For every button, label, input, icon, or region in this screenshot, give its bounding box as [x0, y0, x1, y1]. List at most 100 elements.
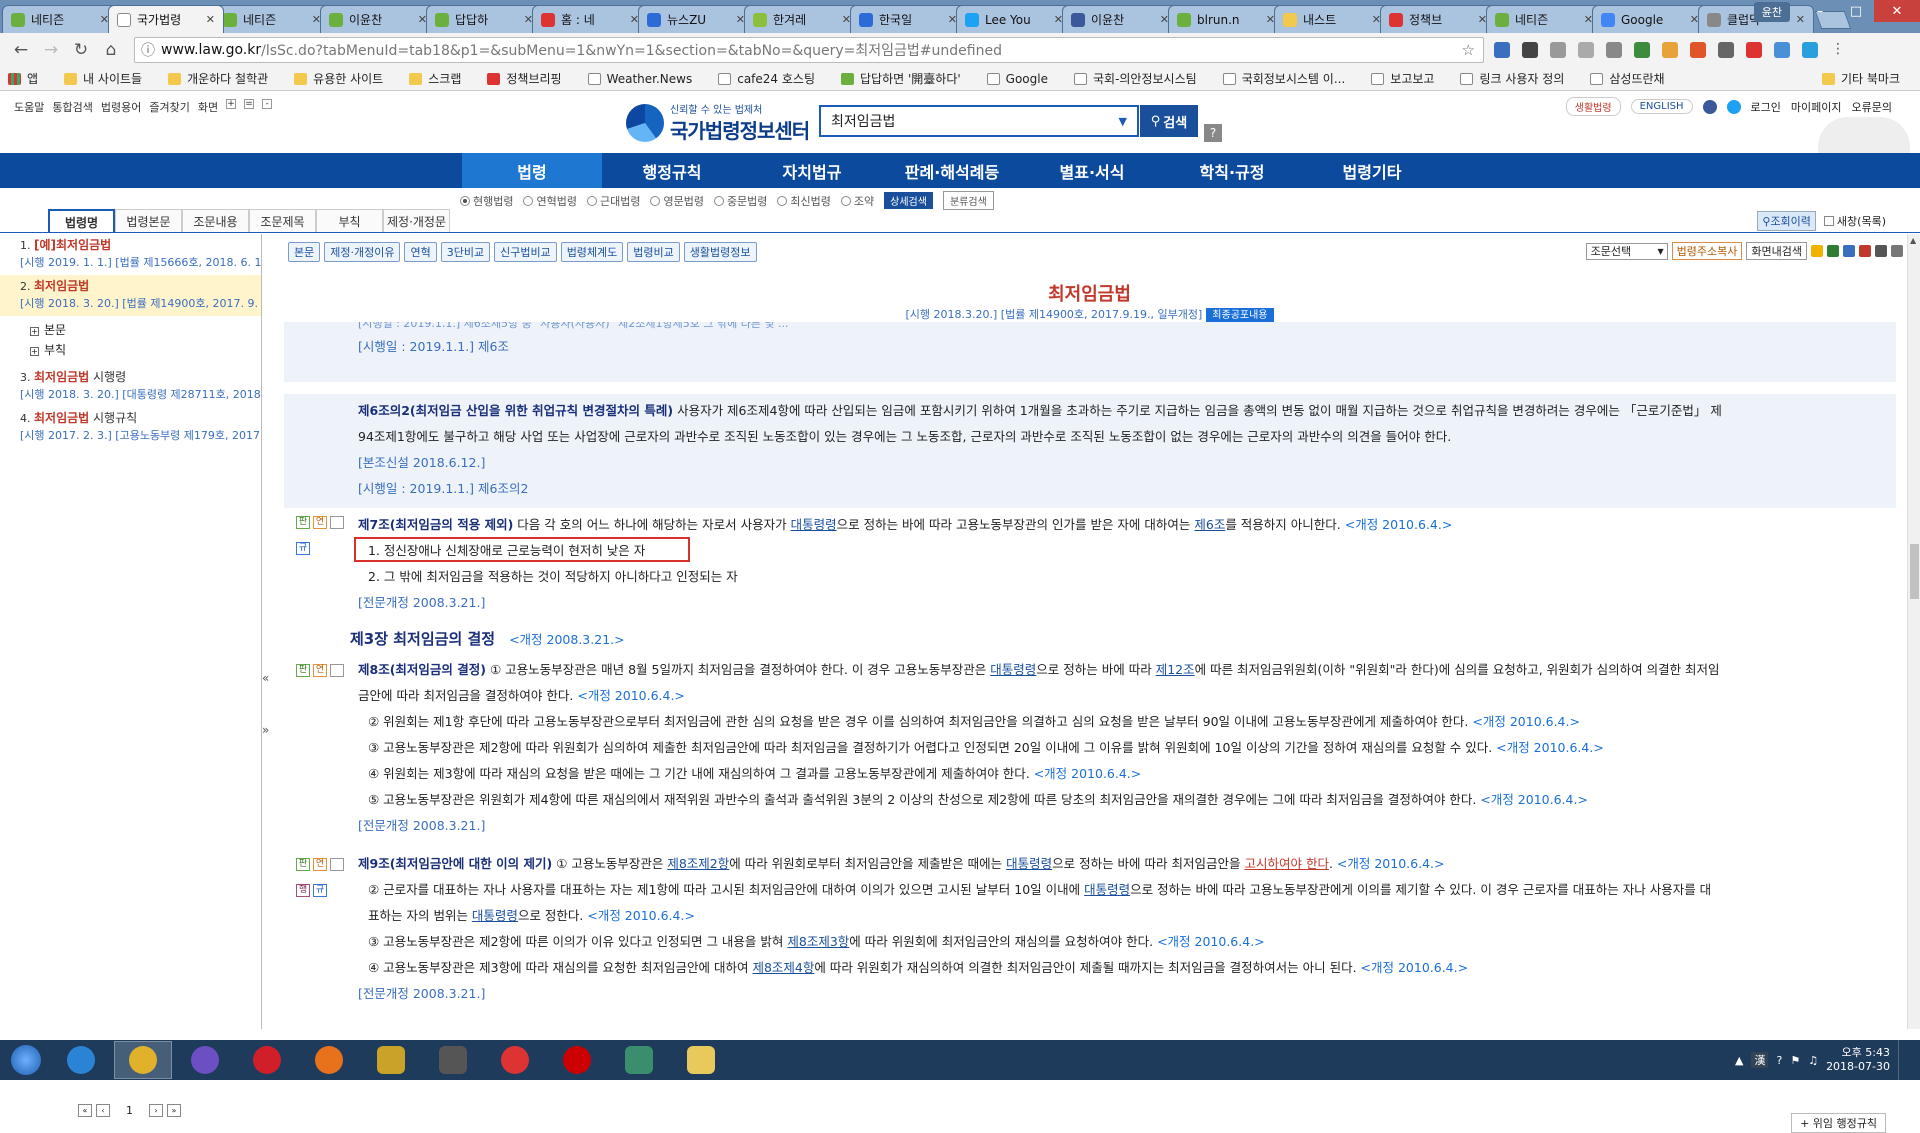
extension-icon[interactable]	[1550, 42, 1566, 58]
menu-icon[interactable]: ⋮	[1830, 42, 1846, 58]
nav-item[interactable]: 자치법규	[742, 153, 882, 188]
last-page-icon[interactable]: »	[167, 1104, 181, 1117]
show-desktop-button[interactable]	[1898, 1040, 1910, 1080]
copy-address-button[interactable]: 법령주소복사	[1671, 242, 1743, 260]
taskbar-app-app-purple[interactable]	[176, 1041, 234, 1079]
bookmark-item[interactable]: Google	[986, 72, 1048, 86]
law-toolbar-button[interactable]: 제정·개정이유	[324, 242, 401, 262]
article-8-3-link[interactable]: 제8조제3항	[787, 934, 849, 949]
taskbar-app-firefox[interactable]	[300, 1041, 358, 1079]
doc-icon[interactable]	[1843, 245, 1855, 257]
history-icon[interactable]: 연	[313, 858, 327, 871]
taskbar-app-pokeball[interactable]	[486, 1041, 544, 1079]
decree-link[interactable]: 대통령령	[1006, 856, 1052, 871]
forward-icon[interactable]: →	[36, 36, 66, 64]
precedent-icon[interactable]: 판	[296, 664, 310, 677]
zoom-icon[interactable]: +	[226, 99, 237, 109]
bookmark-item[interactable]: 삼성뜨란채	[1590, 70, 1665, 87]
tree-node[interactable]: + 본문	[30, 320, 261, 340]
browser-tab[interactable]: 뉴스ZU ✕	[638, 5, 754, 33]
result-title[interactable]: 최저임금법	[56, 238, 111, 252]
english-link[interactable]: ENGLISH	[1630, 99, 1693, 114]
bookmark-item[interactable]: 답답하면 '開臺하다'	[841, 70, 961, 87]
precedent-icon[interactable]: 판	[296, 516, 310, 529]
detail-search-button[interactable]: 상세검색	[884, 192, 933, 209]
nav-item[interactable]: 법령	[462, 153, 602, 188]
result-tab[interactable]: 부칙	[316, 209, 383, 233]
law-type-radio[interactable]: 영문법령	[650, 193, 704, 209]
save-icon[interactable]	[1875, 245, 1887, 257]
new-window-checkbox[interactable]: 새창(목록)	[1823, 213, 1886, 229]
browser-tab[interactable]: 네티즌 ✕	[2, 5, 118, 33]
nav-item[interactable]: 판례·해석례등	[882, 153, 1022, 188]
result-title[interactable]: 최저임금법	[34, 411, 89, 425]
delegated-rule-button[interactable]: + 위임 행정규칙	[1791, 1113, 1886, 1133]
reload-icon[interactable]: ↻	[66, 36, 96, 64]
bookmark-item[interactable]: 스크랩	[409, 70, 461, 87]
nav-item[interactable]: 법령기타	[1302, 153, 1442, 188]
bookmark-item[interactable]: 유용한 사이트	[294, 70, 383, 87]
history-icon[interactable]: 연	[313, 516, 327, 529]
nav-item[interactable]: 별표·서식	[1022, 153, 1162, 188]
extension-icon[interactable]	[1606, 42, 1622, 58]
help-icon[interactable]: ?	[1776, 1054, 1782, 1067]
browser-tab[interactable]: 내스트 ✕	[1274, 5, 1390, 33]
law-type-radio[interactable]: 연혁법령	[523, 193, 577, 209]
browser-tab[interactable]: 국가법령 ✕	[108, 5, 224, 33]
article-6-link[interactable]: 제6조	[1194, 517, 1225, 532]
start-button[interactable]	[0, 1040, 52, 1080]
extension-icon[interactable]	[1662, 42, 1678, 58]
back-icon[interactable]: ←	[6, 36, 36, 64]
content-scrollbar[interactable]: ▲	[1907, 234, 1920, 1029]
url-input[interactable]: ⓘ www.law.go.kr/lsSc.do?tabMenuId=tab18&…	[134, 37, 1484, 63]
flag-icon[interactable]: ⚑	[1790, 1054, 1800, 1067]
print-icon[interactable]	[1891, 245, 1903, 257]
law-toolbar-button[interactable]: 생활법령정보	[683, 242, 757, 262]
law-toolbar-button[interactable]: 신구법비교	[494, 242, 557, 262]
twitter-icon[interactable]	[1726, 99, 1741, 114]
volume-icon[interactable]: ♫	[1808, 1054, 1818, 1067]
extension-icon[interactable]	[1522, 42, 1538, 58]
chevron-down-icon[interactable]: ▼	[1119, 115, 1127, 128]
law-toolbar-button[interactable]: 본문	[288, 242, 321, 262]
result-tab[interactable]: 법령본문	[115, 209, 182, 233]
taskbar-app-opera[interactable]	[238, 1041, 296, 1079]
browser-tab[interactable]: Google ✕	[1592, 5, 1708, 33]
article-checkbox[interactable]	[330, 858, 344, 871]
regulation-icon[interactable]: 규	[296, 542, 310, 555]
bookmark-item[interactable]: 정책브리핑	[487, 70, 562, 87]
browser-tab[interactable]: 답답하 ✕	[426, 5, 542, 33]
article-12-link[interactable]: 제12조	[1156, 662, 1195, 677]
clock[interactable]: 오후 5:43 2018-07-30	[1826, 1046, 1890, 1074]
article-8-4-link[interactable]: 제8조제4항	[752, 960, 814, 975]
bookmark-item[interactable]: 국회-의안정보시스팀	[1073, 70, 1197, 87]
precedent-icon[interactable]: 판	[296, 858, 310, 871]
decree-link[interactable]: 대통령령	[472, 908, 518, 923]
next-page-icon[interactable]: ›	[149, 1104, 163, 1117]
extension-icon[interactable]	[1494, 42, 1510, 58]
result-tab[interactable]: 조문내용	[182, 209, 249, 233]
result-tab[interactable]: 조문제목	[249, 209, 316, 233]
utility-link[interactable]: 통합검색	[52, 99, 92, 115]
nav-item[interactable]: 학칙·규정	[1162, 153, 1302, 188]
login-link[interactable]: 로그인	[1751, 99, 1781, 115]
decree-link[interactable]: 대통령령	[990, 662, 1036, 677]
extension-icon[interactable]	[1718, 42, 1734, 58]
article-checkbox[interactable]	[330, 516, 344, 529]
bookmark-item[interactable]: 국회정보시스템 이...	[1222, 70, 1345, 87]
other-bookmarks[interactable]: 기타 북마크	[1821, 70, 1900, 87]
category-search-button[interactable]: 분류검색	[942, 191, 994, 210]
browser-tab[interactable]: blrun.n ✕	[1168, 5, 1284, 33]
minimize-button[interactable]: –	[1802, 0, 1838, 22]
browser-tab[interactable]: 네티즌 ✕	[1486, 5, 1602, 33]
facebook-icon[interactable]	[1702, 99, 1717, 114]
decree-link[interactable]: 대통령령	[791, 517, 837, 532]
result-title[interactable]: 최저임금법	[34, 370, 89, 384]
law-type-radio[interactable]: 조약	[840, 193, 874, 209]
utility-link[interactable]: 즐겨찾기	[149, 99, 189, 115]
article-checkbox[interactable]	[330, 664, 344, 677]
law-toolbar-button[interactable]: 3단비교	[440, 242, 491, 262]
search-button[interactable]: ⚲ 검색	[1140, 105, 1198, 137]
bookmark-item[interactable]: 앱	[8, 70, 38, 87]
current-page[interactable]: 1	[126, 1104, 133, 1117]
